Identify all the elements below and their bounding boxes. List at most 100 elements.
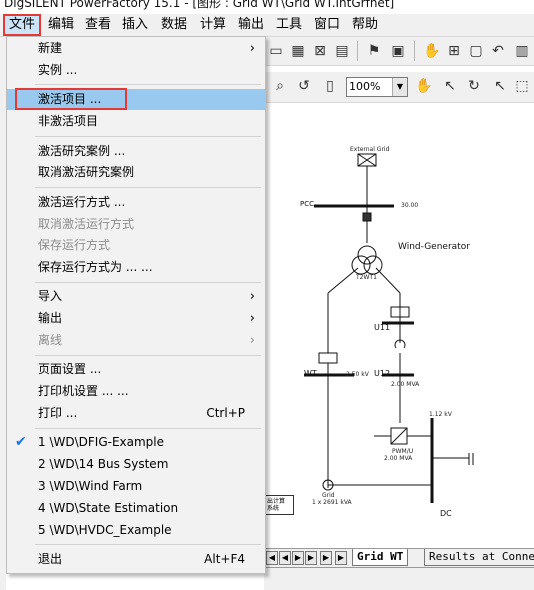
- menu-edit[interactable]: 编辑: [45, 16, 77, 34]
- diagram-canvas[interactable]: External Grid PCC 30.00 Wind-Generator T…: [264, 103, 534, 548]
- menu-window[interactable]: 窗口: [311, 16, 343, 34]
- menu-item-deactivate-scenario: 取消激活运行方式: [7, 214, 265, 235]
- menu-item-label: 3 \WD\Wind Farm: [38, 479, 143, 493]
- menu-item-recent-1[interactable]: ✔ 1 \WD\DFIG-Example: [7, 432, 265, 453]
- mva-label: 2.00 MVA: [384, 455, 413, 462]
- window-title-bar: DigSILENT PowerFactory 15.1 - [图形 : Grid…: [0, 0, 534, 14]
- pan-hand-icon[interactable]: ✋: [414, 76, 434, 96]
- window-title: DigSILENT PowerFactory 15.1 - [图形 : Grid…: [4, 0, 395, 10]
- menu-item-shortcut: Ctrl+P: [206, 406, 245, 420]
- pwm-label: PWM/U: [392, 448, 414, 455]
- prev-tab-icon[interactable]: ◀: [279, 551, 291, 565]
- menu-item-label: 1 \WD\DFIG-Example: [38, 435, 165, 449]
- menu-item-label: 取消激活运行方式: [38, 217, 135, 231]
- undo-icon[interactable]: ↶: [488, 41, 508, 61]
- more-tab-icon[interactable]: ▶: [305, 551, 317, 565]
- chevron-right-icon: ›: [249, 289, 255, 304]
- menu-item-new[interactable]: 新建 ›: [7, 38, 265, 59]
- menu-item-print[interactable]: 打印 ... Ctrl+P: [7, 403, 265, 424]
- first-tab-icon[interactable]: ◀: [266, 551, 278, 565]
- page-icon[interactable]: ▯: [320, 76, 340, 96]
- chevron-right-icon: ›: [249, 311, 255, 326]
- menu-separator: [35, 136, 261, 137]
- zoom-back-icon[interactable]: ↺: [294, 76, 314, 96]
- checkmark-icon: ✔: [15, 434, 27, 450]
- menu-separator: [35, 282, 261, 283]
- menu-item-printer-setup[interactable]: 打印机设置 ... ...: [7, 381, 265, 402]
- menu-item-recent-3[interactable]: 3 \WD\Wind Farm: [7, 476, 265, 497]
- external-grid-label: External Grid: [350, 146, 390, 153]
- menu-item-page-setup[interactable]: 页面设置 ...: [7, 359, 265, 380]
- last-tab-icon[interactable]: ▶: [320, 551, 332, 565]
- zoom-select[interactable]: 100% ▼: [346, 77, 408, 97]
- chevron-right-icon: ›: [249, 41, 255, 56]
- save-icon[interactable]: ▣: [388, 41, 408, 61]
- next-tab-icon[interactable]: ▶: [292, 551, 304, 565]
- menu-item-examples[interactable]: 实例 ...: [7, 60, 265, 81]
- menu-item-label: 取消激活研究案例: [38, 165, 135, 179]
- sheet-tab-strip: ◀ ◀ ▶ ▶ ▶ ▶ Grid WT Results at Connec: [264, 548, 534, 568]
- tool-button-icon[interactable]: ▭: [266, 41, 286, 61]
- rotate-arrow-icon[interactable]: ↻: [464, 76, 484, 96]
- menu-item-save-scenario-as[interactable]: 保存运行方式为 ... ...: [7, 257, 265, 278]
- menu-calculate[interactable]: 计算: [197, 16, 229, 34]
- grid-label: Grid: [322, 492, 335, 499]
- compare-button-icon[interactable]: ⊠: [310, 41, 330, 61]
- pointer-icon[interactable]: ↖: [490, 76, 510, 96]
- wind-generator-label: Wind-Generator: [398, 242, 470, 252]
- menu-view[interactable]: 查看: [82, 16, 114, 34]
- end-tab-icon[interactable]: ▶: [335, 551, 347, 565]
- wt-label: WT: [304, 369, 317, 378]
- menu-item-activate-study-case[interactable]: 激活研究案例 ...: [7, 141, 265, 162]
- menu-item-activate-scenario[interactable]: 激活运行方式 ...: [7, 192, 265, 213]
- calc-button-icon[interactable]: ▦: [288, 41, 308, 61]
- menu-help[interactable]: 帮助: [349, 16, 381, 34]
- menu-insert[interactable]: 插入: [119, 16, 151, 34]
- pcc-value: 30.00: [401, 202, 419, 209]
- toolbar-top: ▭ ▦ ⊠ ▤ ⚑ ▣ ✋ ⊞ ▢ ↶ ▥: [264, 37, 534, 66]
- menu-tools[interactable]: 工具: [273, 16, 305, 34]
- menu-file[interactable]: 文件: [3, 14, 42, 36]
- menu-item-label: 页面设置 ...: [38, 362, 102, 376]
- menu-item-recent-5[interactable]: 5 \WD\HVDC_Example: [7, 520, 265, 541]
- menu-item-offline: 离线 ›: [7, 330, 265, 351]
- toolbar-separator: [357, 41, 358, 61]
- menu-item-label: 退出: [38, 552, 63, 566]
- chevron-right-icon: ›: [249, 333, 255, 348]
- settings-icon[interactable]: ▥: [512, 41, 532, 61]
- pcc-label: PCC: [300, 200, 314, 208]
- menu-item-import[interactable]: 导入 ›: [7, 286, 265, 307]
- table-button-icon[interactable]: ▤: [332, 41, 352, 61]
- grid-icon[interactable]: ⊞: [444, 41, 464, 61]
- u12-label: U12: [374, 369, 391, 378]
- menu-item-recent-2[interactable]: 2 \WD\14 Bus System: [7, 454, 265, 475]
- menu-item-deactivate-project[interactable]: 非激活项目: [7, 111, 265, 132]
- menu-item-recent-4[interactable]: 4 \WD\State Estimation: [7, 498, 265, 519]
- menu-item-deactivate-study-case[interactable]: 取消激活研究案例: [7, 162, 265, 183]
- tab-results[interactable]: Results at Connec: [424, 549, 534, 566]
- menu-item-label: 4 \WD\State Estimation: [38, 501, 179, 515]
- select-arrow-icon[interactable]: ↖: [440, 76, 460, 96]
- menu-item-label: 输出: [38, 311, 63, 325]
- menu-item-export[interactable]: 输出 ›: [7, 308, 265, 329]
- menu-item-label: 保存运行方式为 ... ...: [38, 260, 153, 274]
- menu-item-exit[interactable]: 退出 Alt+F4: [7, 549, 265, 570]
- menu-separator: [35, 428, 261, 429]
- menu-item-label: 激活运行方式 ...: [38, 195, 126, 209]
- menu-item-save-scenario: 保存运行方式: [7, 235, 265, 256]
- flag-icon[interactable]: ⚑: [364, 41, 384, 61]
- menu-item-label: 导入: [38, 289, 63, 303]
- u12-value: 2.00 MVA: [391, 381, 420, 388]
- hand-icon[interactable]: ✋: [422, 41, 442, 61]
- menu-separator: [35, 355, 261, 356]
- zoom-icon[interactable]: ⌕: [270, 76, 290, 96]
- menu-output[interactable]: 输出: [235, 16, 267, 34]
- chevron-down-icon[interactable]: ▼: [392, 78, 407, 96]
- select-box-icon[interactable]: ⬚: [512, 76, 532, 96]
- transformer-symbol: [357, 245, 377, 265]
- menu-item-label: 激活研究案例 ...: [38, 144, 126, 158]
- tab-grid-wt[interactable]: Grid WT: [352, 549, 409, 566]
- menu-item-label: 保存运行方式: [38, 238, 111, 252]
- lock-icon[interactable]: ▢: [466, 41, 486, 61]
- menu-data[interactable]: 数据: [158, 16, 190, 34]
